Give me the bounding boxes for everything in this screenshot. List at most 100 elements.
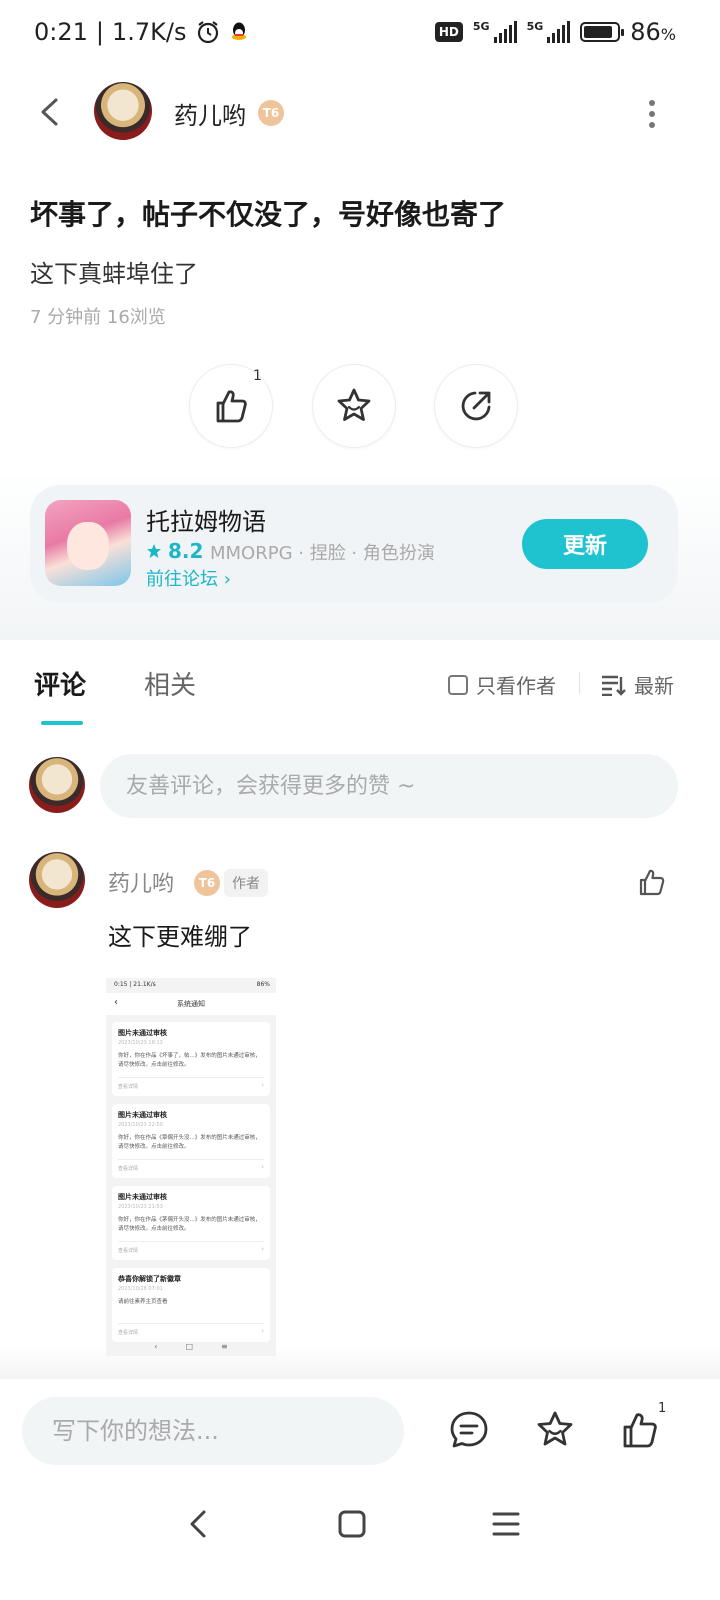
tab-comments[interactable]: 评论 (34, 665, 86, 702)
nav-menu-icon[interactable] (486, 1504, 526, 1544)
notice-arrow-icon: › (261, 1245, 264, 1253)
notice-arrow-icon: › (261, 1163, 264, 1171)
checkbox-icon (448, 674, 468, 695)
thumb-notice: 图片未通过审核 2023/10/23 21:53 你好，你在作品《茅偶开头没..… (112, 1186, 270, 1260)
divider (579, 672, 580, 694)
scroll-fade (0, 1345, 720, 1379)
status-speed: 1.7K/s (112, 18, 187, 46)
signal-icon (493, 21, 517, 43)
network-label-2: 5G (526, 19, 544, 33)
sort-label: 最新 (634, 674, 674, 698)
game-name[interactable]: 托拉姆物语 (146, 502, 266, 537)
hd-badge: HD (434, 22, 463, 42)
nav-home-icon[interactable] (332, 1504, 372, 1544)
thumbs-up-icon (216, 390, 247, 423)
notice-date: 2023/10/23 22:50 (118, 1122, 163, 1128)
notice-body: 请前往素养主页查看 (118, 1299, 168, 1305)
notice-arrow-icon: › (261, 1327, 264, 1335)
tab-underline (41, 721, 83, 725)
signal-icon-2 (547, 21, 571, 43)
qq-icon (231, 22, 246, 40)
level-badge: T6 (258, 100, 284, 126)
notice-divider (118, 1159, 264, 1160)
more-options-icon[interactable] (640, 96, 664, 132)
status-right: HD 5G 5G 86% (434, 18, 676, 46)
favorite-button[interactable] (312, 364, 396, 448)
thumb-notice: 图片未通过审核 2023/10/23 18:13 你好，你在作品《坏事了，帖..… (112, 1022, 270, 1096)
star-icon (337, 388, 371, 421)
notice-date: 2023/10/23 21:53 (118, 1204, 163, 1210)
notice-divider (118, 1241, 264, 1242)
share-icon (461, 391, 491, 421)
battery-percent: 86% (630, 18, 676, 46)
author-only-toggle[interactable]: 只看作者 (448, 670, 556, 699)
notice-link: 查看详情 (118, 1166, 139, 1172)
comment-level-badge: T6 (194, 870, 220, 896)
game-tags: MMORPG · 捏脸 · 角色扮演 (210, 543, 435, 564)
notice-body: 你好，你在作品《章偶开头没...》发布的图片未通过审核，请尽快修改。点击前往修改… (118, 1135, 261, 1150)
update-button[interactable]: 更新 (522, 519, 648, 569)
battery-fill (584, 26, 612, 38)
notice-body: 你好，你在作品《坏事了，帖...》发布的图片未通过审核，请尽快修改。点击前往修改… (118, 1053, 261, 1068)
rating-star-icon (147, 544, 161, 558)
game-icon-face (67, 522, 109, 570)
notice-date: 2023/10/23 18:13 (118, 1040, 163, 1046)
bottom-like-count: 1 (658, 1401, 667, 1416)
notice-date: 2023/10/26 07:01 (118, 1286, 163, 1292)
comment-like-icon[interactable] (636, 866, 668, 898)
author-avatar[interactable] (94, 82, 152, 140)
notice-divider (118, 1077, 264, 1078)
thumb-status-right: 86% (256, 981, 270, 988)
nav-back-icon[interactable] (178, 1504, 218, 1544)
like-count: 1 (253, 368, 262, 384)
thumb-header: ‹ 系统通知 (106, 993, 276, 1015)
notice-link: 查看详情 (118, 1248, 139, 1254)
alarm-icon (197, 21, 218, 44)
battery-percent-value: 86 (630, 18, 661, 46)
status-left: 0:21 | 1.7K/s (34, 18, 249, 46)
status-bar: 0:21 | 1.7K/s HD 5G 5G 86% (0, 0, 720, 70)
comment-icon[interactable] (447, 1408, 491, 1452)
forum-link[interactable]: 前往论坛 › (146, 565, 231, 591)
share-button[interactable] (434, 364, 518, 448)
thumb-notice: 图片未通过审核 2023/10/23 22:50 你好，你在作品《章偶开头没..… (112, 1104, 270, 1178)
network-label-1: 5G (472, 19, 490, 33)
tab-related[interactable]: 相关 (144, 665, 196, 702)
battery-percent-unit: % (660, 25, 676, 44)
favorite-icon[interactable] (533, 1408, 577, 1452)
sort-button[interactable]: 最新 (600, 670, 674, 699)
notice-title: 图片未通过审核 (118, 1029, 167, 1037)
thumb-status-left: 0:15 | 21.1K/s (114, 981, 156, 988)
game-icon[interactable] (45, 500, 131, 586)
back-icon[interactable] (30, 92, 70, 132)
thumbs-up-icon[interactable] (619, 1408, 663, 1452)
comment-author[interactable]: 药儿哟 (108, 866, 174, 898)
notice-body: 你好，你在作品《茅偶开头没...》发布的图片未通过审核，请尽快修改。点击前往修改… (118, 1217, 261, 1232)
notice-title: 恭喜你解锁了新徽章 (118, 1275, 181, 1283)
post-meta: 7 分钟前 16浏览 (30, 307, 166, 328)
notice-divider (118, 1323, 264, 1324)
status-time: 0:21 (34, 18, 88, 46)
author-tag: 作者 (224, 869, 268, 897)
sort-icon (602, 675, 626, 696)
notice-title: 图片未通过审核 (118, 1193, 167, 1201)
notice-link: 查看详情 (118, 1330, 139, 1336)
notice-link: 查看详情 (118, 1084, 139, 1090)
thumb-notice: 恭喜你解锁了新徽章 2023/10/26 07:01 请前往素养主页查看 查看详… (112, 1268, 270, 1342)
post-title: 坏事了，帖子不仅没了，号好像也寄了 (30, 198, 507, 231)
comment-image[interactable]: 0:15 | 21.1K/s 86% ‹ 系统通知 图片未通过审核 2023/1… (106, 978, 276, 1356)
reply-input[interactable] (22, 1397, 404, 1465)
game-rating: 8.2 (146, 539, 203, 563)
comment-input[interactable] (100, 754, 678, 818)
author-only-label: 只看作者 (476, 674, 556, 698)
author-name[interactable]: 药儿哟 (174, 96, 246, 131)
thumb-title: 系统通知 (177, 1000, 205, 1008)
battery-icon (580, 22, 625, 42)
my-avatar (29, 757, 85, 813)
status-separator: | (95, 18, 104, 46)
post-body: 这下真蚌埠住了 (30, 260, 198, 288)
notice-title: 图片未通过审核 (118, 1111, 167, 1119)
comment-text: 这下更难绷了 (108, 923, 252, 951)
notice-arrow-icon: › (261, 1081, 264, 1089)
comment-avatar[interactable] (29, 852, 85, 908)
